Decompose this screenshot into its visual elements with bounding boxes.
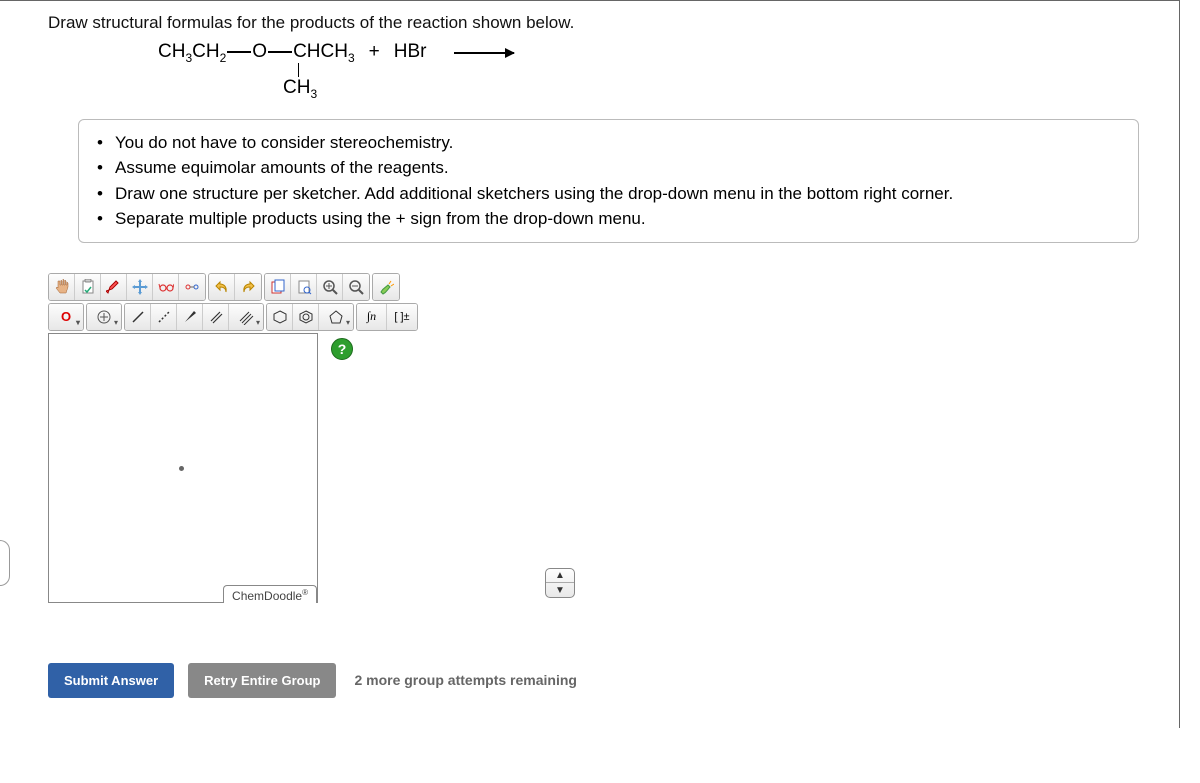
instruction-item: Assume equimolar amounts of the reagents…	[97, 155, 1120, 181]
cut-button[interactable]	[265, 274, 291, 300]
clean-button[interactable]	[373, 274, 399, 300]
reaction-arrow	[454, 52, 514, 54]
zoom-in-button[interactable]	[317, 274, 343, 300]
help-button[interactable]: ?	[331, 338, 353, 360]
paste-tool[interactable]	[75, 274, 101, 300]
reaction-formula: CH3CH2OCHCH3 CH3 + HBr	[48, 41, 1159, 89]
toolbar-row-2: O ∫n [ ]±	[48, 303, 568, 331]
attempts-remaining: 2 more group attempts remaining	[354, 672, 576, 688]
instructions-box: You do not have to consider stereochemis…	[78, 119, 1139, 243]
sketcher-canvas[interactable]: ? ChemDoodle® ▲ ▼	[48, 333, 318, 603]
marker-tool[interactable]	[101, 274, 127, 300]
glasses-tool[interactable]	[153, 274, 179, 300]
retry-button[interactable]: Retry Entire Group	[188, 663, 336, 698]
reactant-ether: CH3CH2OCHCH3 CH3	[158, 41, 355, 89]
instruction-item: Draw one structure per sketcher. Add add…	[97, 181, 1120, 207]
redo-button[interactable]	[235, 274, 261, 300]
question-container: Draw structural formulas for the product…	[0, 0, 1180, 728]
move-tool[interactable]	[127, 274, 153, 300]
triple-bond-dropdown[interactable]	[229, 304, 263, 330]
stepper-down-icon[interactable]: ▼	[546, 583, 574, 597]
flip-tool[interactable]	[179, 274, 205, 300]
sketcher-stepper[interactable]: ▲ ▼	[545, 568, 575, 598]
benzene-button[interactable]	[293, 304, 319, 330]
submit-button[interactable]: Submit Answer	[48, 663, 174, 698]
sn-button[interactable]: ∫n	[357, 304, 387, 330]
add-dropdown[interactable]	[87, 304, 121, 330]
stepper-up-icon[interactable]: ▲	[546, 569, 574, 584]
instruction-item: You do not have to consider stereochemis…	[97, 130, 1120, 156]
atom-dropdown[interactable]: O	[49, 304, 83, 330]
zoom-out-button[interactable]	[343, 274, 369, 300]
double-bond-button[interactable]	[203, 304, 229, 330]
hexagon-button[interactable]	[267, 304, 293, 330]
undo-button[interactable]	[209, 274, 235, 300]
hand-tool[interactable]	[49, 274, 75, 300]
canvas-atom-dot[interactable]	[179, 466, 184, 471]
copy-button[interactable]	[291, 274, 317, 300]
instruction-item: Separate multiple products using the + s…	[97, 206, 1120, 232]
pentagon-dropdown[interactable]	[319, 304, 353, 330]
plus-sign: +	[369, 41, 380, 63]
sketcher: O ∫n [ ]± ?	[48, 273, 568, 603]
reagent-hbr: HBr	[394, 41, 427, 63]
side-tab[interactable]	[0, 540, 10, 586]
wedge-bond-button[interactable]	[177, 304, 203, 330]
dashed-bond-button[interactable]	[151, 304, 177, 330]
button-row: Submit Answer Retry Entire Group 2 more …	[48, 663, 1159, 698]
chemdoodle-label: ChemDoodle®	[223, 585, 317, 603]
single-bond-button[interactable]	[125, 304, 151, 330]
toolbar-row-1	[48, 273, 568, 301]
brackets-button[interactable]: [ ]±	[387, 304, 417, 330]
question-text: Draw structural formulas for the product…	[48, 13, 1159, 33]
